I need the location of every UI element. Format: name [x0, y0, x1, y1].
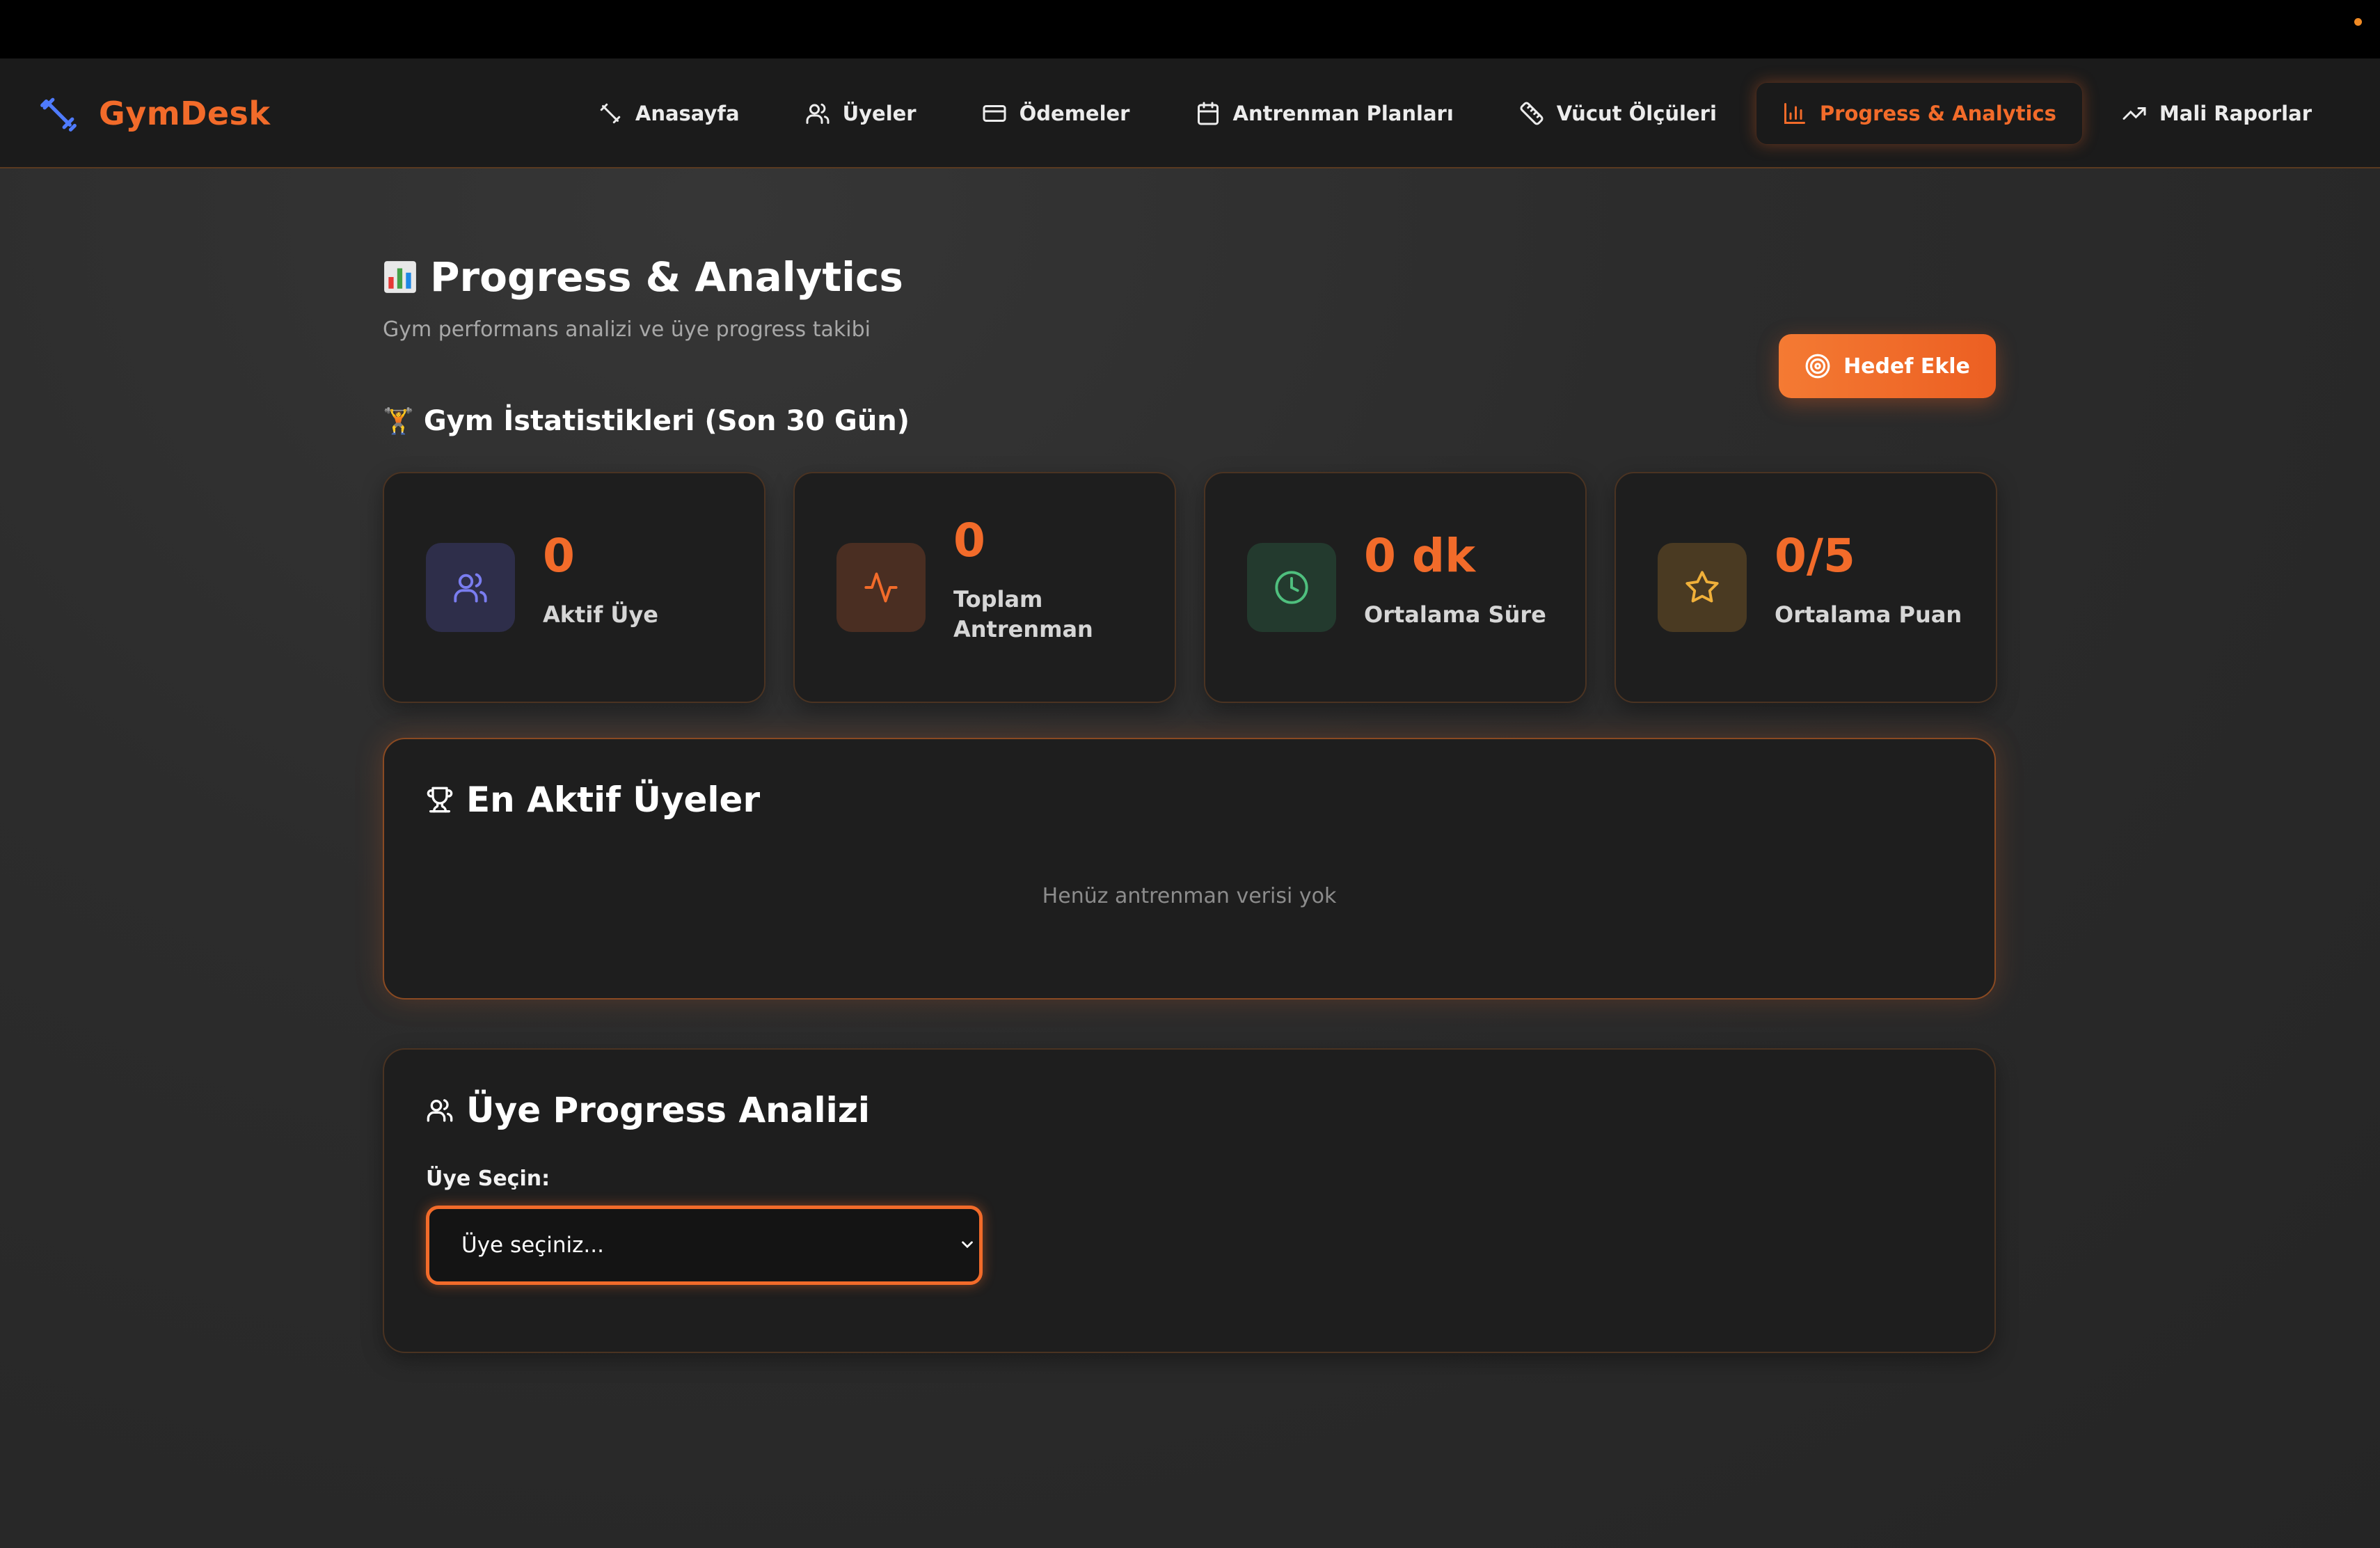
credit-card-icon [983, 105, 1006, 122]
nav-item-odemeler[interactable]: Ödemeler [955, 82, 1157, 145]
stat-label: Aktif Üye [543, 601, 658, 628]
stat-value: 0 [953, 514, 985, 567]
stats-section-title: 🏋 Gym İstatistikleri (Son 30 Gün) [383, 405, 910, 437]
panel-title-text: Üye Progress Analizi [466, 1090, 871, 1130]
nav-item-uyeler[interactable]: Üyeler [779, 82, 943, 145]
target-icon [1805, 354, 1830, 379]
users-icon [427, 1099, 453, 1122]
nav-item-mali-raporlar[interactable]: Mali Raporlar [2095, 82, 2338, 145]
page-title: Progress & Analytics [383, 253, 903, 301]
panel-title: En Aktif Üyeler [426, 780, 760, 820]
chevron-down-icon [962, 1241, 973, 1249]
stat-icon-box [836, 543, 926, 632]
member-select-value: Üye seçiniz... [461, 1233, 604, 1258]
stat-value: 0 [543, 529, 575, 583]
window-top-bar [0, 0, 2380, 58]
nav-label: Ödemeler [1019, 102, 1130, 125]
stat-card-average-rating: 0/5 Ortalama Puan [1615, 472, 1997, 703]
stat-value: 0 dk [1364, 529, 1476, 583]
panel-title-text: En Aktif Üyeler [466, 780, 761, 820]
nav-label: Anasayfa [635, 102, 740, 125]
chart-emoji-icon [384, 261, 416, 293]
stat-card-average-duration: 0 dk Ortalama Süre [1204, 472, 1587, 703]
users-icon [454, 573, 487, 603]
brand[interactable]: GymDesk [39, 89, 271, 138]
nav-label: Antrenman Planları [1232, 102, 1454, 125]
stat-label: Toplam Antrenman [953, 586, 1093, 642]
member-select-label: Üye Seçin: [426, 1167, 550, 1191]
add-goal-label: Hedef Ekle [1843, 354, 1970, 379]
bar-chart-icon [1784, 103, 1805, 124]
app-page: GymDesk Anasayfa Üyeler Ödemeler Antrenm… [0, 58, 2380, 1548]
star-icon [1685, 571, 1719, 603]
empty-state-text: Henüz antrenman verisi yok [1042, 884, 1337, 908]
member-select[interactable]: Üye seçiniz... [426, 1206, 983, 1285]
member-progress-panel: Üye Progress Analizi Üye Seçin: Üye seçi… [383, 1048, 1996, 1353]
stat-icon-box [1658, 543, 1747, 632]
add-goal-button[interactable]: Hedef Ekle [1779, 334, 1996, 398]
nav-label: Progress & Analytics [1819, 102, 2056, 125]
panel-title: Üye Progress Analizi [426, 1090, 870, 1130]
users-icon [806, 103, 830, 124]
ruler-icon [1520, 102, 1544, 125]
dumbbell-icon [40, 97, 77, 132]
navbar: GymDesk Anasayfa Üyeler Ödemeler Antrenm… [0, 58, 2380, 168]
page-header: Progress & Analytics Gym performans anal… [383, 253, 1996, 398]
nav-item-antrenman-planlari[interactable]: Antrenman Planları [1169, 82, 1480, 145]
stat-icon-box [1247, 543, 1336, 632]
dumbbell-icon [600, 103, 621, 124]
stat-value: 0/5 [1775, 529, 1855, 583]
stat-label: Ortalama Puan [1775, 601, 1962, 628]
brand-name: GymDesk [99, 95, 271, 132]
trending-up-icon [2123, 107, 2146, 120]
page-subtitle: Gym performans analizi ve üye progress t… [383, 317, 871, 342]
weightlifter-emoji-icon: 🏋 [383, 407, 414, 436]
calendar-icon [1197, 102, 1219, 125]
nav-label: Üyeler [842, 102, 917, 125]
top-members-panel: En Aktif Üyeler Henüz antrenman verisi y… [383, 738, 1996, 1000]
nav-item-progress-analytics[interactable]: Progress & Analytics [1755, 82, 2083, 145]
nav-item-anasayfa[interactable]: Anasayfa [571, 82, 766, 145]
stat-label: Ortalama Süre [1364, 601, 1546, 628]
status-dot [2354, 18, 2362, 26]
page-title-text: Progress & Analytics [430, 253, 903, 301]
trophy-icon [427, 787, 453, 813]
stat-card-total-workouts: 0 Toplam Antrenman [793, 472, 1176, 703]
nav-label: Vücut Ölçüleri [1556, 102, 1717, 125]
stat-icon-box [426, 543, 515, 632]
nav-label: Mali Raporlar [2159, 102, 2312, 125]
main-nav: Anasayfa Üyeler Ödemeler Antrenman Planl… [571, 81, 2338, 146]
nav-item-vucut-olculeri[interactable]: Vücut Ölçüleri [1493, 82, 1743, 145]
stat-card-active-members: 0 Aktif Üye [383, 472, 765, 703]
clock-icon [1275, 571, 1308, 604]
stats-title-text: Gym İstatistikleri (Son 30 Gün) [423, 405, 910, 437]
activity-icon [864, 572, 898, 603]
